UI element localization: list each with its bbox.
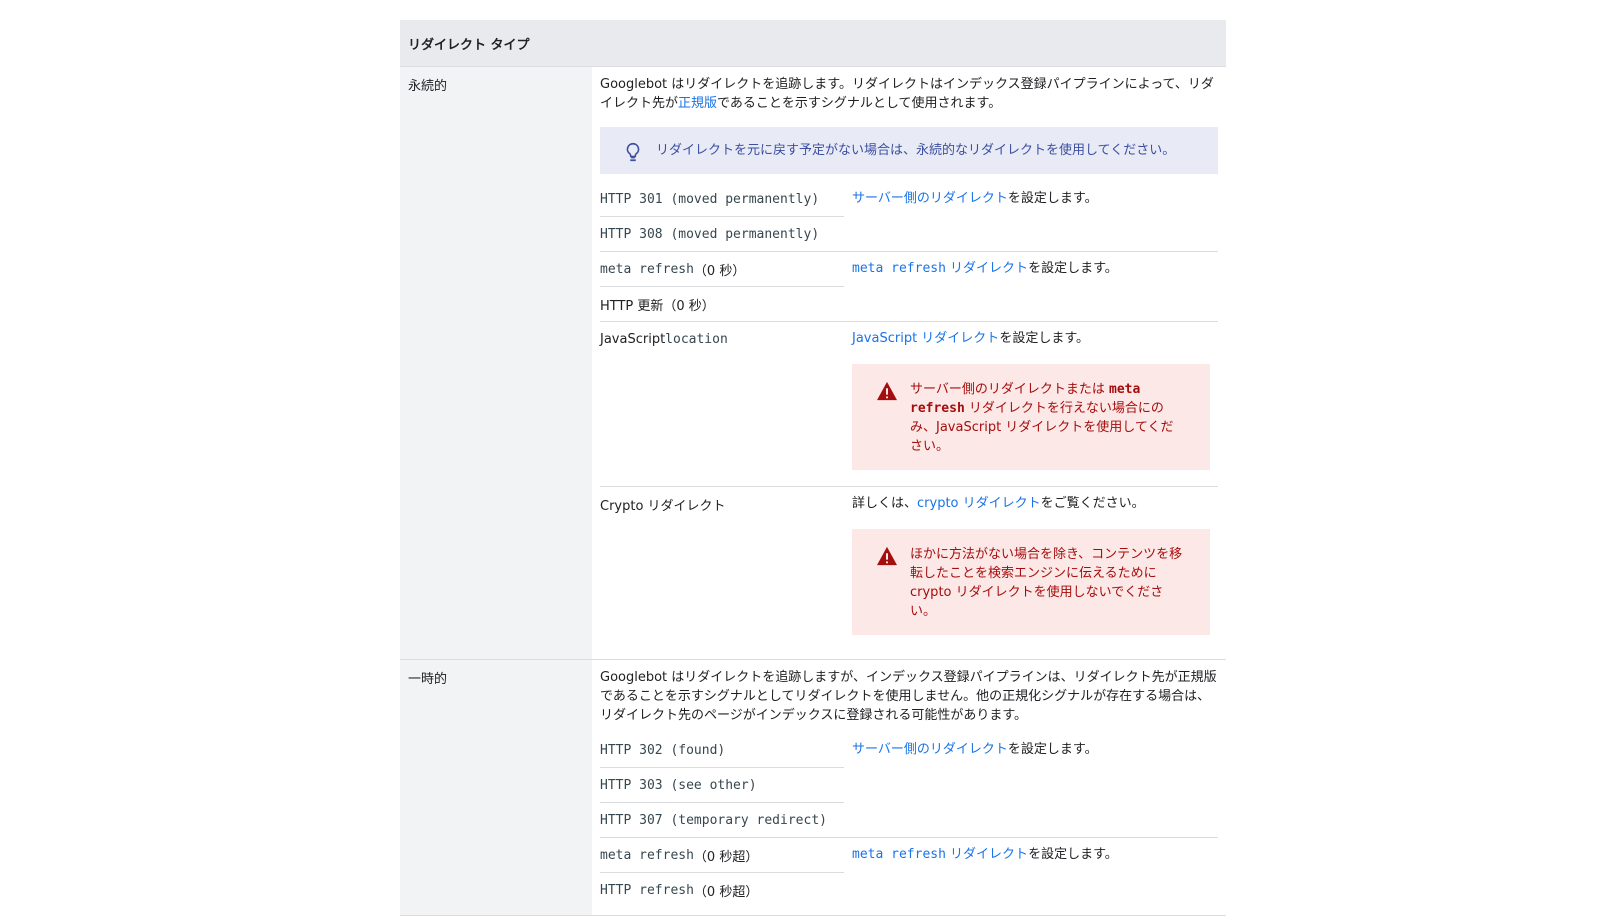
permanent-description: Googlebot はリダイレクトを追跡します。リダイレクトはインデックス登録パ… xyxy=(600,77,1214,111)
lightbulb-icon xyxy=(626,142,640,162)
method-action: サーバー側のリダイレクトを設定します。 xyxy=(852,191,1098,206)
method-action: meta refresh リダイレクトを設定します。 xyxy=(852,847,1118,862)
redirect-group-meta-refresh: meta refresh （0 秒） HTTP 更新（0 秒） meta refr… xyxy=(600,251,1218,321)
method-action: meta refresh リダイレクトを設定します。 xyxy=(852,261,1118,276)
redirect-group-crypto: Crypto リダイレクト 詳しくは、crypto リダイレクトをご覧ください。… xyxy=(600,486,1218,651)
method-item: HTTP 302 (found) xyxy=(600,733,844,768)
temporary-description: Googlebot はリダイレクトを追跡しますが、インデックス登録パイプラインは… xyxy=(600,670,1217,723)
table-row-permanent: 永続的 Googlebot はリダイレクトを追跡します。リダイレクトはインデック… xyxy=(400,66,1226,659)
method-item: meta refresh （0 秒超） xyxy=(600,838,844,873)
method-action: サーバー側のリダイレクトを設定します。 xyxy=(852,742,1098,757)
server-side-redirect-link[interactable]: サーバー側のリダイレクト xyxy=(852,742,1008,757)
method-item: HTTP 301 (moved permanently) xyxy=(600,182,844,217)
warning-note: サーバー側のリダイレクトまたは meta refresh リダイレクトを行えない… xyxy=(852,364,1210,470)
warning-icon xyxy=(877,546,897,566)
row-content-permanent: Googlebot はリダイレクトを追跡します。リダイレクトはインデックス登録パ… xyxy=(592,67,1226,659)
crypto-redirect-link[interactable]: crypto リダイレクト xyxy=(917,496,1041,511)
redirect-group-meta-refresh-temp: meta refresh （0 秒超） HTTP refresh （0 秒超） me… xyxy=(600,837,1218,907)
warning-icon xyxy=(877,381,897,401)
row-content-temporary: Googlebot はリダイレクトを追跡しますが、インデックス登録パイプラインは… xyxy=(592,660,1226,915)
method-item: Crypto リダイレクト xyxy=(600,498,726,514)
redirect-group-server-302: HTTP 302 (found) HTTP 303 (see other) HT… xyxy=(600,733,1218,837)
table-row-temporary: 一時的 Googlebot はリダイレクトを追跡しますが、インデックス登録パイプ… xyxy=(400,659,1226,916)
info-note: リダイレクトを元に戻す予定がない場合は、永続的なリダイレクトを使用してください。 xyxy=(600,127,1218,174)
server-side-redirect-link[interactable]: サーバー側のリダイレクト xyxy=(852,191,1008,206)
method-item: HTTP refresh （0 秒超） xyxy=(600,882,759,900)
warning-note: ほかに方法がない場合を除き、コンテンツを移転したことを検索エンジンに伝えるために… xyxy=(852,529,1210,635)
method-item: HTTP 307 (temporary redirect) xyxy=(600,812,827,828)
method-action: 詳しくは、crypto リダイレクトをご覧ください。 ほかに方法がない場合を除き… xyxy=(844,487,1218,651)
method-action: JavaScript リダイレクトを設定します。 サーバー側のリダイレクトまたは… xyxy=(844,322,1218,486)
javascript-redirect-link[interactable]: JavaScript リダイレクト xyxy=(852,331,999,346)
method-item: HTTP 303 (see other) xyxy=(600,768,844,803)
info-note-text: リダイレクトを元に戻す予定がない場合は、永続的なリダイレクトを使用してください。 xyxy=(656,143,1176,158)
meta-refresh-redirect-link[interactable]: meta refresh リダイレクト xyxy=(852,847,1028,862)
redirect-group-javascript: JavaScript location JavaScript リダイレクトを設定… xyxy=(600,321,1218,486)
method-item: JavaScript location xyxy=(600,331,728,347)
meta-refresh-redirect-link[interactable]: meta refresh リダイレクト xyxy=(852,261,1028,276)
redirect-group-server-301: HTTP 301 (moved permanently) HTTP 308 (m… xyxy=(600,182,1218,251)
method-item: meta refresh （0 秒） xyxy=(600,252,844,287)
redirect-types-table: リダイレクト タイプ 永続的 Googlebot はリダイレクトを追跡します。リ… xyxy=(400,20,1226,916)
method-item: HTTP 308 (moved permanently) xyxy=(600,226,820,242)
canonical-link[interactable]: 正規版 xyxy=(678,96,717,111)
table-header: リダイレクト タイプ xyxy=(400,20,1226,66)
row-label-temporary: 一時的 xyxy=(400,660,592,915)
method-item: HTTP 更新（0 秒） xyxy=(600,298,715,314)
row-label-permanent: 永続的 xyxy=(400,67,592,659)
